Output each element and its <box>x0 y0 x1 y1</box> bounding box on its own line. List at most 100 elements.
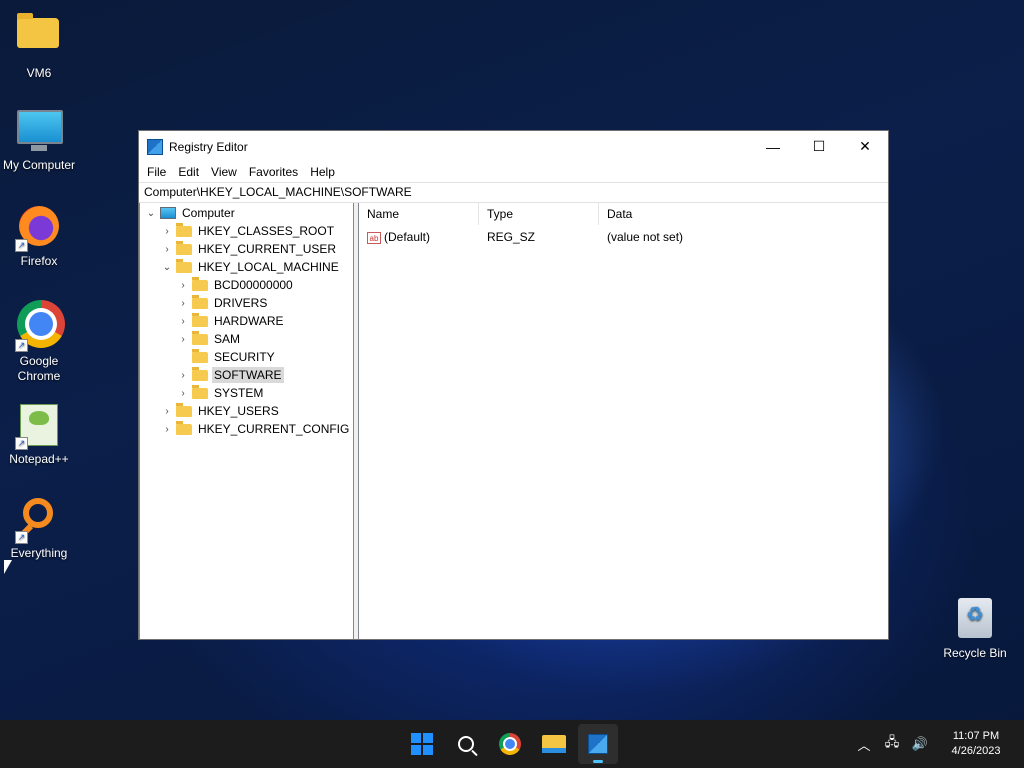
tree-item-label: HARDWARE <box>214 314 284 328</box>
desktop-icon-label: Firefox <box>20 254 58 268</box>
registry-editor-icon <box>147 138 163 155</box>
desktop-icon-recycle-bin[interactable]: Recycle Bin <box>936 598 1014 661</box>
chevron-right-icon[interactable]: › <box>176 316 190 327</box>
folder-icon <box>176 258 192 273</box>
shortcut-arrow-icon: ↗ <box>15 339 28 352</box>
folder-icon <box>192 294 208 309</box>
tree-item-sam[interactable]: › SAM <box>140 330 353 348</box>
desktop-icon-everything[interactable]: ↗ Everything <box>0 498 78 561</box>
notepadpp-icon: ↗ <box>15 404 61 450</box>
chevron-right-icon[interactable]: › <box>176 280 190 291</box>
start-button[interactable] <box>402 724 442 764</box>
menu-edit[interactable]: Edit <box>172 165 205 179</box>
desktop-icon-firefox[interactable]: ↗ Firefox <box>0 204 78 269</box>
computer-icon <box>160 207 176 219</box>
menu-view[interactable]: View <box>205 165 243 179</box>
tree-item-hkey-current-config[interactable]: › HKEY_CURRENT_CONFIG <box>140 420 353 438</box>
column-header-name[interactable]: Name <box>359 203 479 225</box>
mouse-cursor-icon <box>4 560 12 574</box>
tree-item-label: HKEY_CURRENT_CONFIG <box>198 422 350 436</box>
tree-item-label: DRIVERS <box>214 296 268 310</box>
tree-item-security[interactable]: SECURITY <box>140 348 353 366</box>
tree-item-software[interactable]: › SOFTWARE <box>140 366 353 384</box>
desktop-icon-notepadpp[interactable]: ↗ Notepad++ <box>0 402 78 467</box>
shortcut-arrow-icon: ↗ <box>15 239 28 252</box>
folder-icon <box>192 276 208 291</box>
taskbar-registry-editor-button[interactable] <box>578 724 618 764</box>
chevron-right-icon[interactable]: › <box>176 388 190 399</box>
desktop-icon-label: Notepad++ <box>9 452 69 466</box>
tree-item-label: HKEY_CLASSES_ROOT <box>198 224 335 238</box>
chevron-right-icon[interactable]: › <box>160 424 174 435</box>
tree-item-label: HKEY_USERS <box>198 404 279 418</box>
chevron-down-icon[interactable]: ⌄ <box>144 208 158 219</box>
desktop-icon-label: VM6 <box>26 66 52 80</box>
tree-item-label-selected: SOFTWARE <box>212 367 284 383</box>
registry-editor-icon <box>588 734 608 754</box>
desktop-icon-label: Google Chrome <box>17 354 61 383</box>
folder-open-icon <box>192 366 208 381</box>
menu-bar: File Edit View Favorites Help <box>139 162 888 182</box>
desktop-icon-label: Everything <box>10 546 68 560</box>
chevron-right-icon[interactable]: › <box>176 298 190 309</box>
chevron-up-icon[interactable]: ︿ <box>852 735 876 754</box>
monitor-icon <box>17 110 63 154</box>
tree-item-label: SAM <box>214 332 241 346</box>
tree-item-label: HKEY_LOCAL_MACHINE <box>198 260 339 274</box>
value-row-default[interactable]: ab (Default) REG_SZ (value not set) <box>359 226 888 248</box>
tree-item-hardware[interactable]: › HARDWARE <box>140 312 353 330</box>
taskbar-file-explorer-button[interactable] <box>534 724 574 764</box>
tree-item-computer[interactable]: ⌄ Computer <box>140 204 353 222</box>
clock-time: 11:07 PM <box>952 730 1000 742</box>
shortcut-arrow-icon: ↗ <box>15 531 28 544</box>
tree-item-hkey-users[interactable]: › HKEY_USERS <box>140 402 353 420</box>
desktop-icon-vm6[interactable]: VM6 <box>0 10 78 81</box>
title-bar[interactable]: Registry Editor — ☐ ✕ <box>139 131 888 162</box>
chevron-right-icon[interactable]: › <box>160 244 174 255</box>
chevron-right-icon[interactable]: › <box>160 226 174 237</box>
value-name-cell: ab (Default) <box>359 230 479 244</box>
column-headers: Name Type Data <box>359 203 888 226</box>
maximize-button[interactable]: ☐ <box>796 131 842 162</box>
folder-icon <box>192 330 208 345</box>
network-icon[interactable]: 🖧 <box>880 733 904 755</box>
search-button[interactable] <box>446 724 486 764</box>
search-icon <box>458 736 474 752</box>
file-explorer-icon <box>542 735 566 753</box>
tree-item-label: SYSTEM <box>214 386 264 400</box>
everything-icon: ↗ <box>15 498 61 544</box>
desktop-icon-label: My Computer <box>2 158 76 172</box>
tree-item-system[interactable]: › SYSTEM <box>140 384 353 402</box>
tree-item-bcd00000000[interactable]: › BCD00000000 <box>140 276 353 294</box>
menu-file[interactable]: File <box>141 165 172 179</box>
chevron-right-icon[interactable]: › <box>176 334 190 345</box>
address-bar[interactable]: Computer\HKEY_LOCAL_MACHINE\SOFTWARE <box>139 182 888 203</box>
close-button[interactable]: ✕ <box>842 131 888 162</box>
menu-help[interactable]: Help <box>304 165 341 179</box>
menu-favorites[interactable]: Favorites <box>243 165 304 179</box>
desktop-icon-google-chrome[interactable]: ↗ Google Chrome <box>0 300 78 384</box>
volume-icon[interactable]: 🔊 <box>908 736 932 752</box>
string-value-icon: ab <box>367 231 381 244</box>
tree-item-label: SECURITY <box>214 350 275 364</box>
tree-item-hkey-current-user[interactable]: › HKEY_CURRENT_USER <box>140 240 353 258</box>
clock[interactable]: 11:07 PM 4/26/2023 <box>936 729 1016 759</box>
tree-item-hkey-local-machine[interactable]: ⌄ HKEY_LOCAL_MACHINE <box>140 258 353 276</box>
folder-icon <box>176 222 192 237</box>
column-header-data[interactable]: Data <box>599 203 888 225</box>
tree-item-drivers[interactable]: › DRIVERS <box>140 294 353 312</box>
chevron-right-icon[interactable]: › <box>176 370 190 381</box>
folder-icon <box>176 420 192 435</box>
chevron-right-icon[interactable]: › <box>160 406 174 417</box>
firefox-icon: ↗ <box>15 206 61 252</box>
desktop-icon-my-computer[interactable]: My Computer <box>0 106 78 173</box>
taskbar-chrome-button[interactable] <box>490 724 530 764</box>
chevron-down-icon[interactable]: ⌄ <box>160 262 174 273</box>
column-header-type[interactable]: Type <box>479 203 599 225</box>
minimize-button[interactable]: — <box>750 131 796 162</box>
taskbar: ︿ 🖧 🔊 11:07 PM 4/26/2023 <box>0 720 1024 768</box>
folder-icon <box>192 312 208 327</box>
start-icon <box>411 733 433 755</box>
desktop-icon-label: Recycle Bin <box>943 646 1007 660</box>
tree-item-hkey-classes-root[interactable]: › HKEY_CLASSES_ROOT <box>140 222 353 240</box>
